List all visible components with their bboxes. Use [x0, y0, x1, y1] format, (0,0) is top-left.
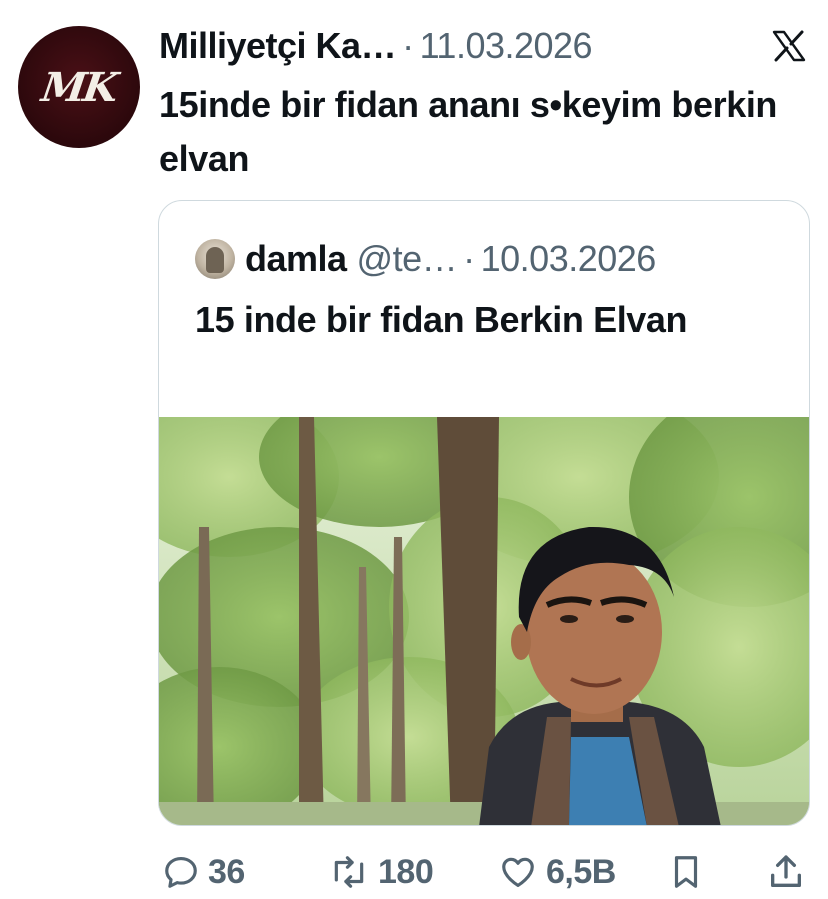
quoted-date[interactable]: 10.03.2026: [481, 238, 657, 280]
repost-button[interactable]: 180: [328, 846, 434, 898]
repost-count: 180: [378, 852, 434, 891]
reply-icon: [165, 856, 197, 888]
quoted-tweet[interactable]: damla @te… · 10.03.2026 15 inde bir fida…: [158, 200, 810, 826]
tweet-text: 15inde bir fidan ananı s•keyim berkin el…: [159, 84, 778, 179]
repost-icon: [334, 856, 364, 888]
quoted-photo[interactable]: [159, 417, 810, 826]
reply-count: 36: [208, 852, 245, 891]
share-icon: [771, 855, 801, 887]
bookmark-icon: [674, 856, 698, 888]
share-button[interactable]: [766, 846, 806, 898]
x-logo-icon: [772, 30, 806, 62]
tweet-date[interactable]: 11.03.2026: [420, 25, 593, 67]
tweet-header: Milliyetçi Ka… · 11.03.2026: [159, 22, 593, 70]
quoted-author-handle[interactable]: @te…: [357, 238, 458, 280]
quoted-author-name[interactable]: damla: [245, 238, 347, 280]
quoted-author-avatar[interactable]: [195, 239, 235, 279]
separator-dot: ·: [463, 238, 475, 279]
bookmark-button[interactable]: [668, 846, 704, 898]
author-avatar[interactable]: MK: [18, 26, 140, 148]
separator-dot: ·: [402, 25, 414, 66]
reply-button[interactable]: 36: [162, 846, 245, 898]
author-name[interactable]: Milliyetçi Ka…: [159, 25, 397, 67]
like-button[interactable]: 6,5B: [498, 846, 616, 898]
heart-icon: [502, 857, 534, 888]
avatar-logo: MK: [39, 63, 119, 111]
quoted-text: 15 inde bir fidan Berkin Elvan: [195, 299, 688, 340]
like-count: 6,5B: [546, 852, 616, 891]
quoted-header: damla @te… · 10.03.2026: [245, 235, 656, 283]
action-bar: 36 180 6,5B: [0, 846, 828, 898]
